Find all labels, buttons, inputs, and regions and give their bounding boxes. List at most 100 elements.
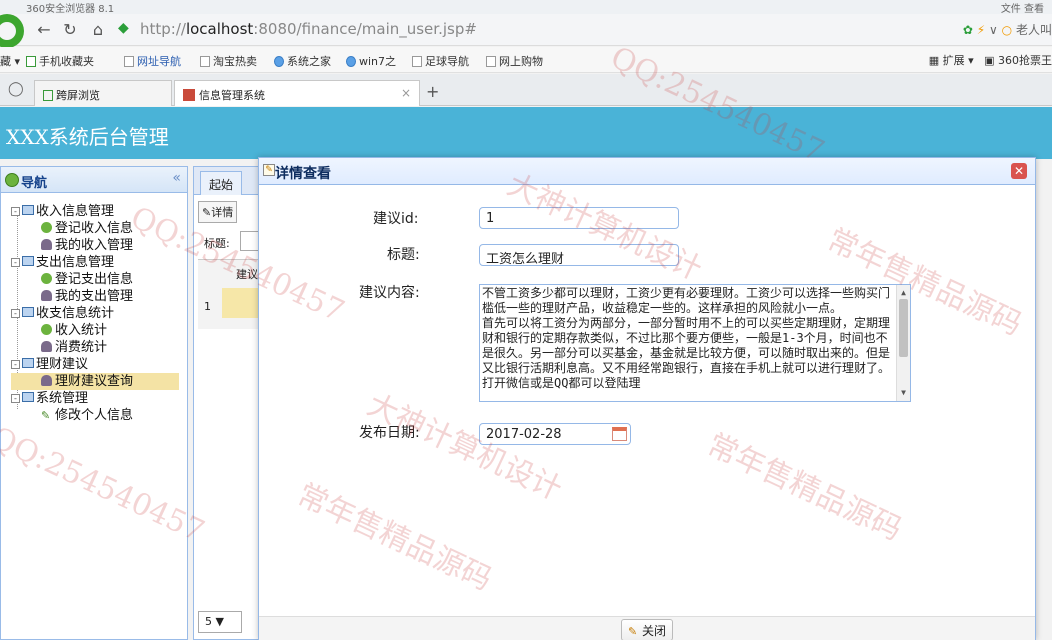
scroll-down-icon[interactable]: ▼ xyxy=(897,385,910,397)
tree-label: 收支信息统计 xyxy=(36,306,115,321)
extensions-label: 扩展 xyxy=(942,54,965,67)
tree-item-my-expense[interactable]: 我的支出管理 xyxy=(41,288,133,305)
title-label: 标题: xyxy=(387,247,420,263)
textarea-scrollbar[interactable]: ▲ ▼ xyxy=(896,285,910,401)
back-icon[interactable]: ← xyxy=(34,20,54,40)
tree-label: 我的收入管理 xyxy=(55,238,134,253)
collapse-toggle-icon[interactable]: - xyxy=(11,258,20,267)
close-button-label: 关闭 xyxy=(642,624,667,638)
speed-icon[interactable]: ✿ xyxy=(963,23,973,37)
tree-label: 支出信息管理 xyxy=(36,255,115,270)
bookmark-item[interactable]: 足球导航 xyxy=(412,53,469,69)
bookmark-label: 足球导航 xyxy=(425,55,469,68)
scroll-thumb[interactable] xyxy=(899,299,908,357)
detail-button[interactable]: ✎详情 xyxy=(198,201,238,223)
tree-folder-stats[interactable]: - 收支信息统计 xyxy=(11,305,114,322)
tab-info-system[interactable]: 信息管理系统 × xyxy=(174,80,420,106)
bookmark-item[interactable]: 藏 ▾ xyxy=(0,53,20,69)
tab-start[interactable]: 起始 xyxy=(200,171,243,195)
tree-folder-advice[interactable]: - 理财建议 xyxy=(11,356,88,373)
extensions-button[interactable]: ▦ 扩展 ▾ xyxy=(929,54,974,67)
collapse-toggle-icon[interactable]: - xyxy=(11,207,20,216)
url-input[interactable]: http://localhost:8080/finance/main_user.… xyxy=(140,20,477,38)
tab-close-icon[interactable]: × xyxy=(401,86,411,100)
collapse-icon[interactable]: « xyxy=(172,170,181,186)
browser-tabbar: ◯ 跨屏浏览 信息管理系统 × + xyxy=(0,74,1052,106)
close-icon[interactable]: ✕ xyxy=(1011,163,1027,179)
title-field[interactable]: 工资怎么理财 xyxy=(479,244,679,267)
content-text: 不管工资多少都可以理财，工资少更有必要理财。工资少可以选择一些购买门槛低一些的理… xyxy=(482,286,891,390)
refresh-icon[interactable]: ↻ xyxy=(60,20,80,40)
sidebar-header: 导航 « xyxy=(1,167,187,193)
url-host: localhost xyxy=(185,20,254,38)
menu-right[interactable]: 文件 查看 xyxy=(1001,0,1044,15)
bookmark-item[interactable]: 网址导航 xyxy=(124,53,181,69)
edit-icon: ✎ xyxy=(263,164,275,176)
tree-label: 收入统计 xyxy=(55,323,108,338)
tree-item-expense-stats[interactable]: 消费统计 xyxy=(41,339,107,356)
sidebar: 导航 « - 收入信息管理 登记收入信息 我的收入管理 - 支出信息管理 登记支出信… xyxy=(0,166,188,640)
tree-item-advice-query[interactable]: 理财建议查询 xyxy=(11,373,179,390)
bookmark-label: 网上购物 xyxy=(499,55,543,68)
row-number: 1 xyxy=(204,300,211,313)
collapse-toggle-icon[interactable]: - xyxy=(11,360,20,369)
close-button-icon: ✎ xyxy=(628,625,638,638)
table-row[interactable] xyxy=(222,288,260,318)
url-path: :8080/finance/main_user.jsp# xyxy=(253,20,477,38)
window-title: 360安全浏览器 8.1 xyxy=(26,4,115,15)
bookmark-item[interactable]: win7之 xyxy=(346,53,396,69)
tree-label: 登记支出信息 xyxy=(55,272,134,287)
tree-label: 收入信息管理 xyxy=(36,204,115,219)
detail-dialog: ✎ 详情查看 ✕ 建议id: 1 标题: 工资怎么理财 建议内容: 不管工资多少… xyxy=(258,157,1036,640)
tree-item-register-income[interactable]: 登记收入信息 xyxy=(41,220,133,237)
filter-input[interactable] xyxy=(240,231,260,251)
bookmark-label: 网址导航 xyxy=(137,55,181,68)
dropdown-icon[interactable]: ∨ xyxy=(989,23,998,37)
folder-icon xyxy=(22,256,34,266)
tree-folder-income[interactable]: - 收入信息管理 xyxy=(11,203,114,220)
collapse-toggle-icon[interactable]: - xyxy=(11,394,20,403)
collapse-toggle-icon[interactable]: - xyxy=(11,309,20,318)
search-engine-icon[interactable]: ○ xyxy=(1002,23,1012,37)
tree-item-register-expense[interactable]: 登记支出信息 xyxy=(41,271,133,288)
bookmark-item[interactable]: 系统之家 xyxy=(274,53,331,69)
bookmark-item[interactable]: 网上购物 xyxy=(486,53,543,69)
page-icon xyxy=(124,56,134,67)
lightning-icon[interactable]: ⚡ xyxy=(977,23,985,37)
site-icon xyxy=(183,89,195,101)
content-textarea[interactable]: 不管工资多少都可以理财，工资少更有必要理财。工资少可以选择一些购买门槛低一些的理… xyxy=(479,284,911,402)
filter-label: 标题: xyxy=(204,237,230,250)
ticket-button[interactable]: ▣ 360抢票王 xyxy=(984,54,1052,67)
page-size-select[interactable]: 5 ▼ xyxy=(198,611,242,633)
app-title: XXX系统后台管理 xyxy=(6,125,169,149)
bookmarks-bar: 藏 ▾ 手机收藏夹 网址导航 淘宝热卖 系统之家 win7之 足球导航 网上购物… xyxy=(0,47,1052,73)
bookmark-label: 藏 xyxy=(0,55,11,68)
date-field[interactable]: 2017-02-28 xyxy=(479,423,631,445)
close-button[interactable]: ✎ 关闭 xyxy=(621,619,674,640)
tab-cross-screen[interactable]: 跨屏浏览 xyxy=(34,80,172,106)
new-tab-button[interactable]: + xyxy=(426,82,439,101)
bookmark-label: 淘宝热卖 xyxy=(213,55,257,68)
tree-folder-expense[interactable]: - 支出信息管理 xyxy=(11,254,114,271)
scroll-up-icon[interactable]: ▲ xyxy=(897,285,910,297)
tree-item-income-stats[interactable]: 收入统计 xyxy=(41,322,107,339)
dialog-title: 详情查看 xyxy=(275,166,331,182)
bookmark-item[interactable]: 淘宝热卖 xyxy=(200,53,257,69)
tree-item-edit-profile[interactable]: ✎ 修改个人信息 xyxy=(41,407,133,424)
grid-column-header[interactable]: 建议 xyxy=(236,266,258,282)
shield-icon: ◆ xyxy=(118,20,129,36)
user-icon xyxy=(41,290,52,301)
globe-icon xyxy=(5,173,19,187)
tree-item-my-income[interactable]: 我的收入管理 xyxy=(41,237,133,254)
cloud-icon[interactable]: ◯ xyxy=(8,81,24,97)
home-icon[interactable]: ⌂ xyxy=(88,20,108,40)
dialog-header: ✎ 详情查看 ✕ xyxy=(259,158,1035,185)
search-suggest[interactable]: 老人叫 xyxy=(1016,23,1052,37)
bookmark-item[interactable]: 手机收藏夹 xyxy=(26,53,94,69)
add-icon xyxy=(41,273,52,284)
tree-folder-system[interactable]: - 系统管理 xyxy=(11,390,88,407)
folder-icon xyxy=(22,358,34,368)
calendar-icon[interactable] xyxy=(612,427,627,441)
date-value: 2017-02-28 xyxy=(486,427,562,442)
id-field[interactable]: 1 xyxy=(479,207,679,229)
